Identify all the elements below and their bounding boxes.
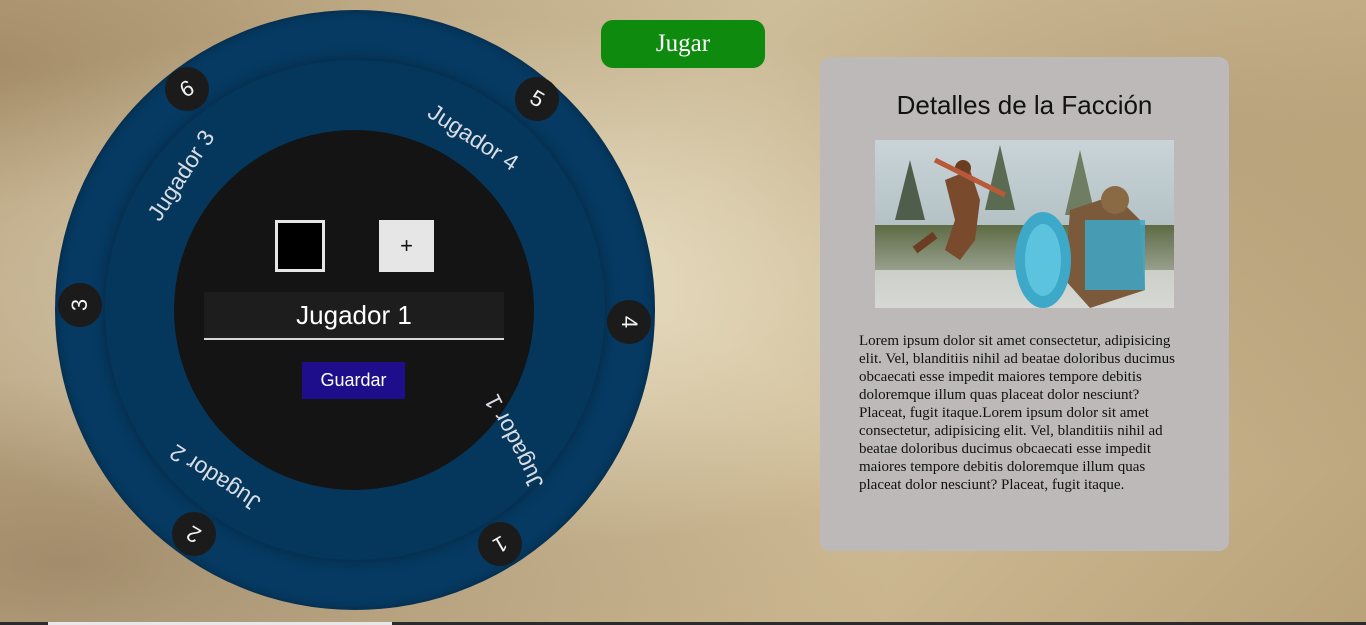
player-name-input[interactable] (204, 292, 504, 340)
faction-details-panel: Detalles de la Facción Lorem ipsum dolor… (820, 57, 1229, 551)
slot-number-4[interactable]: 4 (607, 300, 651, 344)
save-button[interactable]: Guardar (302, 362, 405, 399)
faction-image (875, 140, 1174, 308)
faction-description: Lorem ipsum dolor sit amet consectetur, … (859, 333, 1175, 493)
faction-details-title: Detalles de la Facción (896, 90, 1153, 120)
play-button[interactable]: Jugar (601, 20, 765, 68)
player-color-swatch[interactable] (275, 220, 325, 272)
add-player-button[interactable]: + (379, 220, 434, 272)
slot-number-3[interactable]: 3 (58, 283, 102, 327)
